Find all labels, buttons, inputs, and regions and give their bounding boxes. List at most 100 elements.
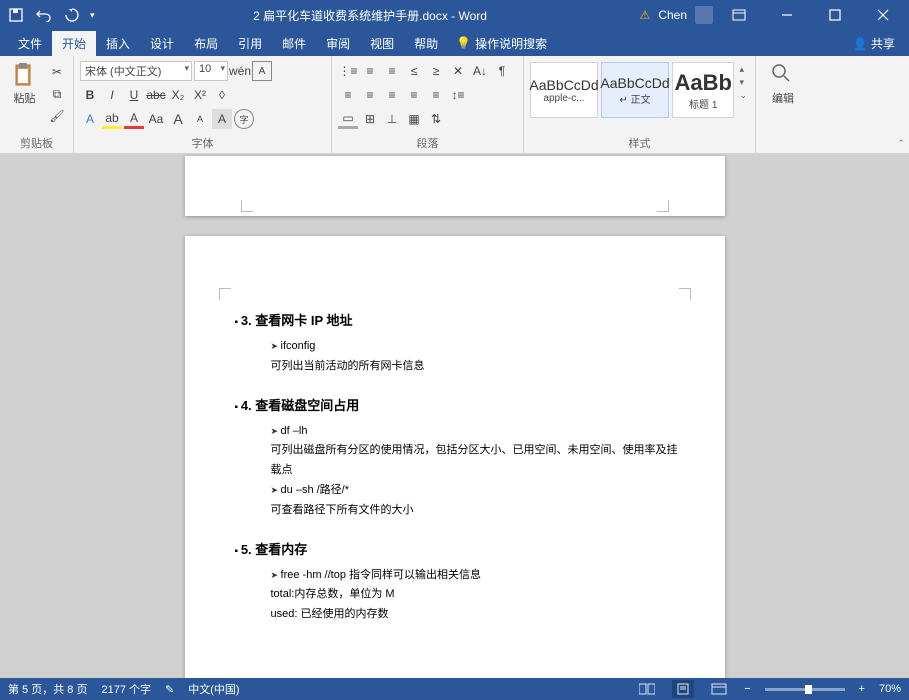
style-apple-name: apple-c... [543, 93, 584, 104]
show-marks-icon[interactable]: ¶ [492, 61, 512, 81]
zoom-level[interactable]: 70% [879, 683, 901, 695]
increase-indent-icon[interactable]: ≥ [426, 61, 446, 81]
superscript-button[interactable]: X² [190, 85, 210, 105]
highlight-color-icon[interactable]: ab [102, 109, 122, 129]
tab-insert[interactable]: 插入 [96, 31, 140, 56]
tab-design[interactable]: 设计 [140, 31, 184, 56]
enclose-char-icon[interactable]: 字 [234, 109, 254, 129]
close-icon[interactable] [861, 0, 905, 30]
line-spacing-icon[interactable]: ↕≡ [448, 85, 468, 105]
desc-df: 可列出磁盘所有分区的使用情况，包括分区大小、已用空间、未用空间、使用率及挂载点 [271, 441, 679, 481]
tab-view[interactable]: 视图 [360, 31, 404, 56]
borders-icon[interactable]: ⊞ [360, 109, 380, 129]
text-effects-icon[interactable]: A [80, 109, 100, 129]
sort-icon[interactable]: A↓ [470, 61, 490, 81]
subscript-button[interactable]: X₂ [168, 85, 188, 105]
style-heading1[interactable]: AaBb 标题 1 [672, 62, 734, 118]
underline-button[interactable]: U [124, 85, 144, 105]
save-icon[interactable] [6, 5, 26, 25]
style-scroll-up-icon[interactable]: ▴ [739, 64, 747, 75]
document-title: 2 扁平化车道收费系统维护手册.docx - Word [101, 7, 640, 24]
align-left-icon[interactable]: ≡ [338, 85, 358, 105]
zoom-slider[interactable] [765, 688, 845, 691]
tell-me-input[interactable]: 操作说明搜索 [475, 35, 547, 52]
style-expand-icon[interactable]: ⌄ [739, 90, 747, 101]
style-scroll-down-icon[interactable]: ▾ [739, 77, 747, 88]
status-bar: 第 5 页，共 8 页 2177 个字 ✎ 中文(中国) − + 70% [0, 678, 909, 700]
asian-layout-icon[interactable]: ✕ [448, 61, 468, 81]
word-count[interactable]: 2177 个字 [101, 681, 151, 697]
style-apple-preview: AaBbCcDd [529, 77, 598, 93]
heading-4: 4. 查看磁盘空间占用 [235, 395, 679, 414]
tab-mail[interactable]: 邮件 [272, 31, 316, 56]
ribbon-display-icon[interactable] [717, 0, 761, 30]
page-current[interactable]: 3. 查看网卡 IP 地址 ifconfig 可列出当前活动的所有网卡信息 4.… [185, 236, 725, 678]
tab-home[interactable]: 开始 [52, 31, 96, 56]
change-case-button[interactable]: Aa [146, 109, 166, 129]
char-shading-icon[interactable]: A [212, 109, 232, 129]
align-center-icon[interactable]: ≡ [360, 85, 380, 105]
copy-icon[interactable]: ⧉ [47, 84, 67, 104]
align-right-icon[interactable]: ≡ [382, 85, 402, 105]
justify-icon[interactable]: ≡ [404, 85, 424, 105]
spellcheck-icon[interactable]: ✎ [165, 683, 174, 696]
title-bar: ▾ 2 扁平化车道收费系统维护手册.docx - Word ⚠ Chen [0, 0, 909, 30]
collapse-ribbon-icon[interactable]: ˆ [899, 139, 903, 151]
para-settings-icon[interactable]: ⇅ [426, 109, 446, 129]
strikethrough-button[interactable]: abc [146, 85, 166, 105]
minimize-icon[interactable] [765, 0, 809, 30]
italic-button[interactable]: I [102, 85, 122, 105]
tell-me-icon[interactable]: 💡 [456, 36, 471, 50]
group-editing: 编辑 [756, 56, 810, 153]
editing-label: 编辑 [772, 90, 794, 106]
font-family-combo[interactable]: 宋体 (中文正文) [80, 61, 192, 81]
style-normal[interactable]: AaBbCcDd ↵ 正文 [601, 62, 669, 118]
quick-access-toolbar: ▾ [0, 5, 101, 25]
tab-layout[interactable]: 布局 [184, 31, 228, 56]
numbering-icon[interactable]: ≡ [360, 61, 380, 81]
tab-file[interactable]: 文件 [8, 31, 52, 56]
zoom-in-icon[interactable]: + [859, 683, 865, 695]
read-mode-icon[interactable] [636, 680, 658, 698]
language-indicator[interactable]: 中文(中国) [188, 681, 239, 697]
group-styles: AaBbCcDd apple-c... AaBbCcDd ↵ 正文 AaBb 标… [524, 56, 756, 153]
font-size-combo[interactable]: 10 [194, 61, 228, 81]
bold-button[interactable]: B [80, 85, 100, 105]
redo-icon[interactable] [62, 5, 82, 25]
format-painter-icon[interactable]: 🖌 [47, 106, 67, 126]
cut-icon[interactable]: ✂ [47, 62, 67, 82]
shading-icon[interactable]: ▭ [338, 109, 358, 129]
document-area[interactable]: 3. 查看网卡 IP 地址 ifconfig 可列出当前活动的所有网卡信息 4.… [0, 154, 909, 678]
avatar[interactable] [695, 6, 713, 24]
tab-references[interactable]: 引用 [228, 31, 272, 56]
qat-overflow-icon[interactable]: ▾ [90, 10, 95, 21]
find-button[interactable]: 编辑 [763, 60, 803, 151]
font-color-icon[interactable]: A [124, 109, 144, 129]
share-button[interactable]: 👤 共享 [839, 35, 909, 52]
group-font: 宋体 (中文正文) 10 wén A B I U abc X₂ X² ◊ A a… [74, 56, 332, 153]
snap-grid-icon[interactable]: ▦ [404, 109, 424, 129]
style-h1-name: 标题 1 [689, 96, 717, 111]
bullets-icon[interactable]: ⋮≡ [338, 61, 358, 81]
distribute-icon[interactable]: ≡ [426, 85, 446, 105]
desc-du: 可查看路径下所有文件的大小 [271, 501, 679, 521]
page-indicator[interactable]: 第 5 页，共 8 页 [8, 681, 87, 697]
maximize-icon[interactable] [813, 0, 857, 30]
clear-format-icon[interactable]: ◊ [212, 85, 232, 105]
undo-icon[interactable] [34, 5, 54, 25]
web-layout-icon[interactable] [708, 680, 730, 698]
tab-help[interactable]: 帮助 [404, 31, 448, 56]
cmd-df: df –lh [271, 425, 308, 437]
tabs-icon[interactable]: ⊥ [382, 109, 402, 129]
decrease-indent-icon[interactable]: ≤ [404, 61, 424, 81]
char-border-icon[interactable]: A [252, 61, 272, 81]
style-apple[interactable]: AaBbCcDd apple-c... [530, 62, 598, 118]
tab-review[interactable]: 审阅 [316, 31, 360, 56]
font-group-label: 字体 [74, 135, 331, 151]
multilevel-icon[interactable]: ≡ [382, 61, 402, 81]
grow-font-icon[interactable]: A [168, 109, 188, 129]
phonetic-guide-icon[interactable]: wén [230, 61, 250, 81]
shrink-font-icon[interactable]: A [190, 109, 210, 129]
zoom-out-icon[interactable]: − [744, 683, 750, 695]
print-layout-icon[interactable] [672, 680, 694, 698]
